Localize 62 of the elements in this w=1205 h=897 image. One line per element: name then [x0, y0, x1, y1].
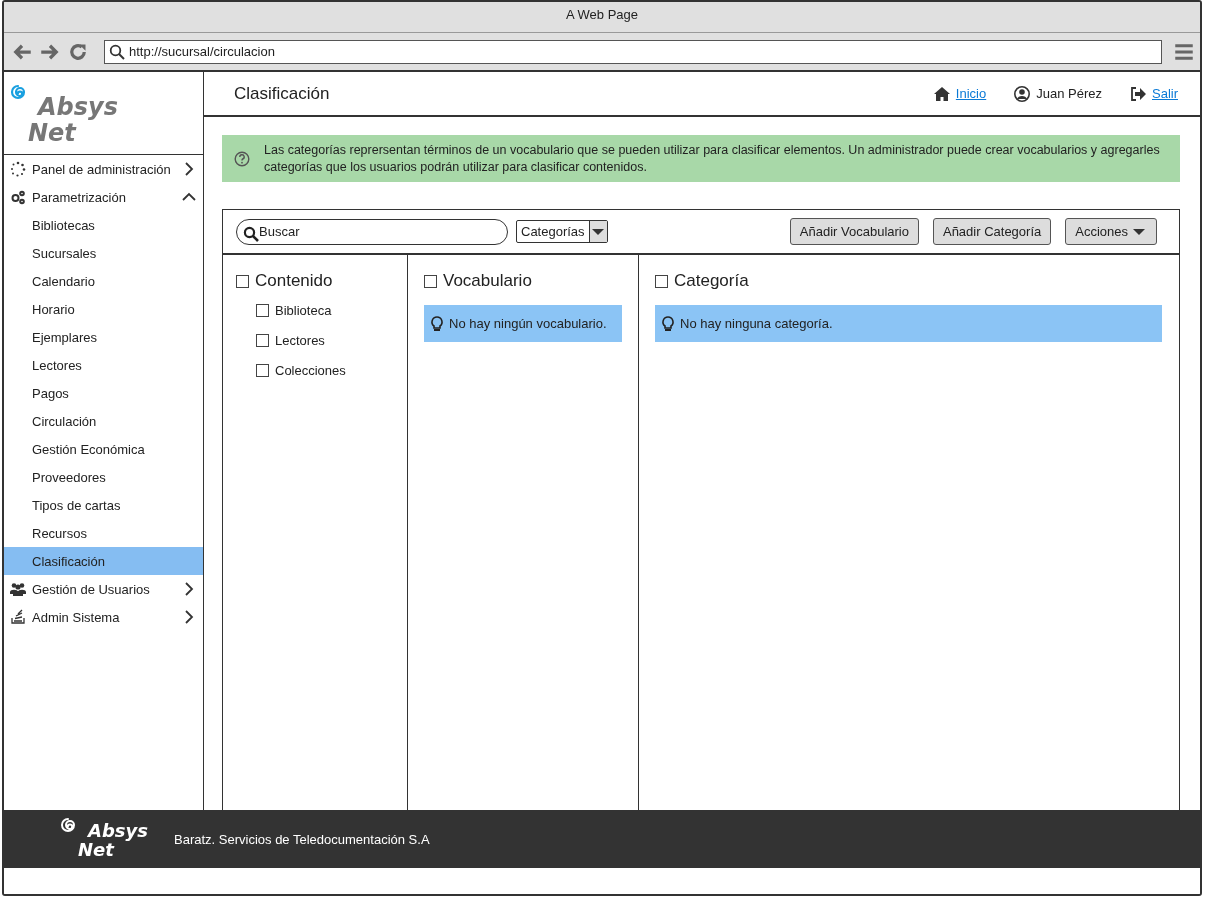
- home-icon: [933, 85, 950, 102]
- home-link[interactable]: Inicio: [955, 86, 987, 101]
- column-title: Categoría: [674, 271, 749, 291]
- message-text: No hay ningún vocabulario.: [449, 316, 607, 331]
- address-field[interactable]: http://sucursal/circulacion: [104, 39, 1162, 64]
- page-title: Clasificación: [234, 83, 331, 104]
- search-field[interactable]: Buscar: [236, 218, 508, 245]
- swirl-icon: [10, 84, 26, 100]
- checkbox[interactable]: [256, 363, 269, 377]
- checkbox[interactable]: [256, 333, 269, 347]
- user-avatar-icon: [1014, 85, 1031, 102]
- sidebar-subitem[interactable]: Pagos: [4, 379, 203, 407]
- checkbox[interactable]: [424, 274, 437, 288]
- sidebar-item[interactable]: Parametrización: [4, 183, 203, 211]
- search-icon: [109, 43, 125, 60]
- checkbox[interactable]: [256, 303, 269, 317]
- sidebar-subitem[interactable]: Ejemplares: [4, 323, 203, 351]
- actions-button[interactable]: Acciones: [1065, 218, 1157, 245]
- window-title: A Web Page: [565, 7, 638, 22]
- lightbulb-icon: [429, 315, 445, 332]
- sidebar-subitem[interactable]: Proveedores: [4, 463, 203, 491]
- lightbulb-icon: [660, 315, 676, 332]
- reload-icon[interactable]: [68, 41, 88, 62]
- company-name: Baratz. Servicios de Teledocumentación S.A: [174, 831, 430, 847]
- sidebar-subitem[interactable]: Clasificación: [4, 547, 203, 575]
- sidebar-subitem[interactable]: Recursos: [4, 519, 203, 547]
- gears-icon: [10, 189, 26, 205]
- sidebar-item[interactable]: Panel de administración: [4, 155, 203, 183]
- sidebar-subitem[interactable]: Circulación: [4, 407, 203, 435]
- sidebar-subitem[interactable]: Horario: [4, 295, 203, 323]
- sidebar-subitem[interactable]: Sucursales: [4, 239, 203, 267]
- sidebar-subitem[interactable]: Tipos de cartas: [4, 491, 203, 519]
- logout-icon: [1130, 85, 1146, 102]
- sidebar-subitem[interactable]: Lectores: [4, 351, 203, 379]
- sidebar-subitem[interactable]: Calendario: [4, 267, 203, 295]
- logout-link[interactable]: Salir: [1152, 86, 1178, 101]
- category-dropdown[interactable]: Categorías: [516, 220, 608, 243]
- users-icon: [10, 581, 26, 597]
- checkbox-label: Biblioteca: [275, 302, 332, 318]
- url-text: http://sucursal/circulacion: [129, 44, 275, 59]
- user-name: Juan Pérez: [1036, 86, 1102, 101]
- checkbox-label: Lectores: [275, 332, 325, 348]
- column-title: Contenido: [255, 271, 333, 291]
- column-title: Vocabulario: [443, 271, 532, 291]
- stack-icon: [10, 609, 26, 625]
- checkbox[interactable]: [236, 274, 249, 288]
- checkbox[interactable]: [655, 274, 668, 288]
- message-text: No hay ninguna categoría.: [680, 316, 833, 331]
- logo-text: Absys Net: [27, 94, 119, 148]
- sidebar-item[interactable]: Gestión de Usuarios: [4, 575, 203, 603]
- add-button[interactable]: Añadir Vocabulario: [789, 218, 919, 245]
- sidebar-subitem[interactable]: Gestión Económica: [4, 435, 203, 463]
- add-button[interactable]: Añadir Categoría: [932, 218, 1052, 245]
- logo-text: Absys Net: [77, 821, 149, 861]
- help-icon: [234, 150, 250, 167]
- swirl-icon: [60, 817, 76, 833]
- dotted-circle-icon: [10, 161, 26, 177]
- checkbox-label: Colecciones: [275, 362, 346, 378]
- sidebar-item[interactable]: Admin Sistema: [4, 603, 203, 631]
- sidebar-subitem[interactable]: Bibliotecas: [4, 211, 203, 239]
- menu-icon[interactable]: [1174, 41, 1194, 62]
- info-text: Las categorías reprersentan términos de un vocabulario que se pueden utilizar para clasificar elementos. Un administrador puede crear vocabularios y agregarles categorías que los usuarios podrán utilizar para clasificar contenidos.: [264, 141, 1161, 176]
